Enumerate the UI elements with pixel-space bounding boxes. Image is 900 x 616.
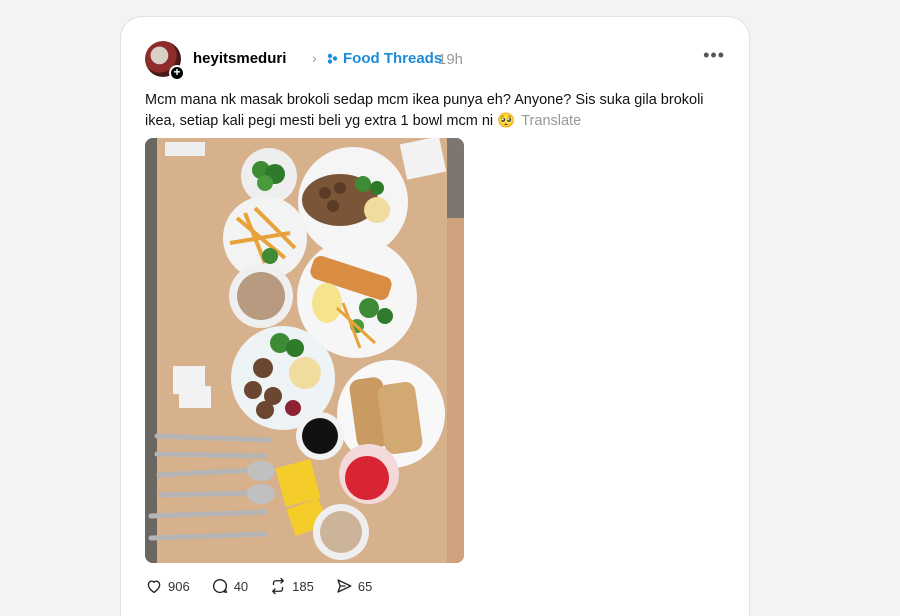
comment-icon — [212, 578, 227, 594]
chevron-right-icon: › — [312, 50, 317, 66]
repost-button[interactable]: 185 — [269, 577, 314, 595]
food-photo — [145, 138, 464, 563]
like-count: 906 — [168, 578, 190, 594]
repost-icon — [272, 577, 285, 595]
share-icon — [337, 579, 352, 593]
translate-link[interactable]: Translate — [521, 113, 581, 129]
repost-count: 185 — [292, 578, 314, 594]
topic-tag[interactable]: Food Threads — [326, 50, 442, 67]
post-header: + heyitsmeduri › Food Threads 19h ••• — [145, 41, 729, 81]
heart-icon — [147, 580, 161, 594]
share-count: 65 — [357, 578, 373, 594]
post-body: Mcm mana nk masak brokoli sedap mcm ikea… — [145, 92, 704, 129]
post-actions: 906 40 185 65 — [145, 577, 393, 595]
avatar[interactable]: + — [145, 41, 185, 81]
post-text: Mcm mana nk masak brokoli sedap mcm ikea… — [145, 90, 725, 132]
post-time[interactable]: 19h — [438, 51, 463, 68]
share-button[interactable]: 65 — [335, 577, 372, 595]
username[interactable]: heyitsmeduri — [193, 50, 286, 67]
post-card: + heyitsmeduri › Food Threads 19h ••• Mc… — [120, 16, 750, 616]
more-horizontal-icon[interactable]: ••• — [703, 45, 725, 66]
plus-icon[interactable]: + — [169, 65, 185, 81]
post-image[interactable] — [145, 138, 464, 563]
comment-count: 40 — [233, 578, 249, 594]
comment-button[interactable]: 40 — [211, 577, 248, 595]
threads-topic-icon — [327, 53, 338, 64]
like-button[interactable]: 906 — [145, 577, 190, 595]
topic-label: Food Threads — [343, 50, 443, 67]
